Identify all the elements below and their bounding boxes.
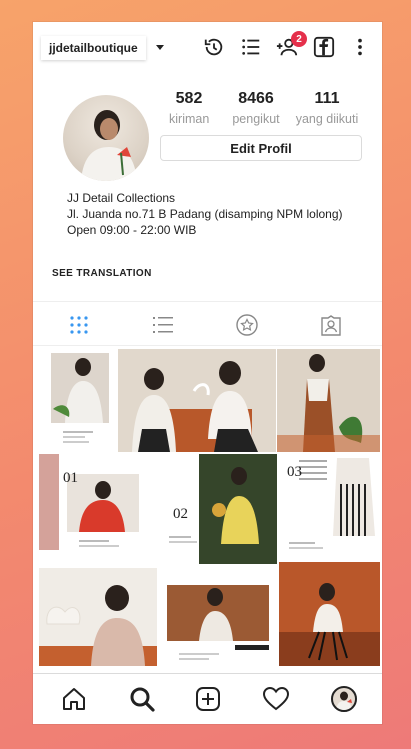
post-thumbnail[interactable]: [39, 349, 117, 452]
avatar-photo: [81, 110, 137, 181]
post-thumbnail[interactable]: [118, 349, 276, 452]
post-number-label: 03: [287, 464, 302, 480]
avatar-mini-photo: [336, 691, 352, 710]
list-view-icon[interactable]: [152, 314, 174, 336]
history-icon[interactable]: [203, 36, 225, 58]
post-image: [51, 353, 109, 443]
stat-posts[interactable]: 582 kiriman: [169, 90, 209, 126]
stat-followers-label: pengikut: [232, 112, 280, 126]
stat-following-value: 111: [314, 90, 340, 107]
more-options-icon[interactable]: [349, 36, 371, 58]
activity-heart-icon[interactable]: [263, 686, 289, 712]
post-image: [39, 454, 139, 550]
top-bar: jjdetailboutique 2: [33, 22, 382, 74]
tagged-icon[interactable]: [320, 314, 342, 336]
post-thumbnail[interactable]: 03: [279, 454, 380, 560]
post-image: [277, 349, 380, 452]
posts-grid: 01 02 03: [39, 349, 380, 666]
profile-avatar[interactable]: [63, 95, 149, 181]
post-thumbnail[interactable]: 01: [39, 454, 157, 561]
stat-posts-value: 582: [175, 90, 203, 107]
stat-following-label: yang diikuti: [295, 112, 359, 126]
post-thumbnail[interactable]: 02: [159, 454, 277, 564]
username-label: jjdetailboutique: [49, 41, 138, 55]
grid-view-icon[interactable]: [68, 314, 90, 336]
saved-star-icon[interactable]: [236, 314, 258, 336]
profile-tab-avatar[interactable]: [331, 686, 357, 712]
phone-screen: jjdetailboutique 2 582 kiriman 8466 peng…: [33, 22, 382, 724]
divider: [33, 345, 382, 346]
stat-posts-label: kiriman: [169, 112, 210, 126]
bio-address: Jl. Juanda no.71 B Padang (disamping NPM…: [67, 207, 343, 221]
post-thumbnail[interactable]: [279, 562, 380, 666]
post-thumbnail[interactable]: [277, 349, 380, 452]
stat-followers-value: 8466: [238, 90, 274, 107]
post-number-label: 02: [173, 506, 188, 522]
chevron-down-icon[interactable]: [156, 45, 164, 50]
post-thumbnail[interactable]: [39, 568, 157, 666]
bio-name: JJ Detail Collections: [67, 191, 176, 205]
post-thumbnail[interactable]: [159, 575, 277, 666]
post-image: [118, 349, 276, 452]
account-switcher[interactable]: jjdetailboutique: [41, 36, 146, 60]
search-icon[interactable]: [129, 686, 155, 712]
bio-hours: Open 09:00 - 22:00 WIB: [67, 223, 197, 237]
divider: [33, 301, 382, 302]
stat-followers[interactable]: 8466 pengikut: [231, 90, 281, 126]
notification-badge: 2: [291, 31, 307, 47]
post-image: [39, 568, 157, 666]
edit-profile-button[interactable]: Edit Profil: [160, 135, 362, 161]
post-number-label: 01: [63, 470, 78, 486]
list-icon[interactable]: [240, 36, 262, 58]
post-image: [279, 562, 380, 666]
see-translation-link[interactable]: SEE TRANSLATION: [52, 268, 152, 279]
stat-following[interactable]: 111 yang diikuti: [295, 90, 359, 126]
facebook-icon[interactable]: [313, 36, 335, 58]
home-icon[interactable]: [61, 686, 87, 712]
post-image: [167, 585, 269, 660]
new-post-icon[interactable]: [195, 686, 221, 712]
bottom-navigation: [33, 673, 382, 724]
